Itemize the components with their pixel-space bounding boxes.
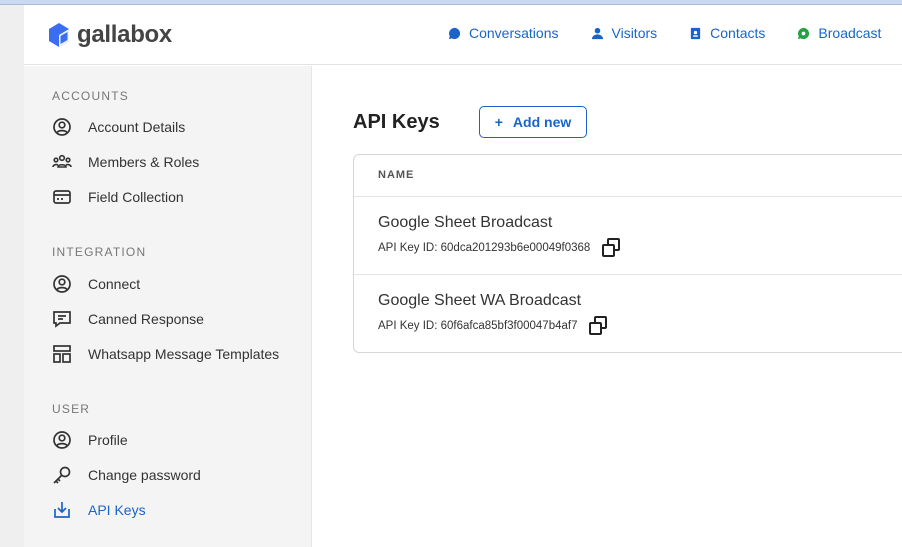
copy-icon[interactable] [600,237,622,259]
sidebar-item-connect[interactable]: Connect [52,274,140,294]
chat-icon [448,27,461,39]
cube-logo-icon [49,23,69,47]
api-keys-table: NAME Google Sheet Broadcast API Key ID: … [353,154,902,353]
add-new-button[interactable]: + Add new [479,106,587,138]
logo[interactable]: gallabox [47,21,172,49]
plus-icon: + [494,114,503,130]
header: gallabox Conversations Visitors Contacts… [24,5,902,65]
user-circle-icon [53,118,71,136]
settings-sidebar: ACCOUNTS Account Details Members & Roles… [24,66,312,547]
person-icon [591,27,603,39]
add-new-label: Add new [512,114,572,130]
nav-label: Contacts [710,25,766,41]
copy-icon[interactable] [587,315,609,337]
api-key-name: Google Sheet WA Broadcast [378,292,582,309]
app: gallabox Conversations Visitors Contacts… [24,5,902,547]
api-download-icon [54,502,70,518]
sidebar-item-label: Connect [88,276,141,292]
section-user: USER [52,402,91,416]
nav-visitors[interactable]: Visitors [591,25,658,41]
sidebar-item-change-password[interactable]: Change password [52,465,201,485]
page-title: API Keys [353,111,440,133]
sidebar-item-account-details[interactable]: Account Details [52,117,185,137]
sidebar-item-label: Canned Response [88,311,204,327]
main-content: API Keys + Add new NAME Google Sheet Broa… [312,66,902,547]
sidebar-item-members-roles[interactable]: Members & Roles [52,152,199,172]
nav-label: Broadcast [818,25,882,41]
message-icon [53,311,71,328]
card-icon [53,190,71,204]
sidebar-item-api-keys[interactable]: API Keys [52,500,146,520]
template-icon [53,345,71,363]
key-icon [53,466,71,484]
api-key-name: Google Sheet Broadcast [378,214,553,231]
sidebar-item-field-collection[interactable]: Field Collection [52,187,184,207]
sidebar-item-whatsapp-templates[interactable]: Whatsapp Message Templates [52,344,279,364]
sidebar-item-label: Members & Roles [88,154,200,170]
user-circle-icon [53,275,71,293]
sidebar-item-profile[interactable]: Profile [52,430,128,450]
sidebar-item-label: Account Details [88,119,186,135]
group-icon [52,154,72,168]
section-accounts: ACCOUNTS [52,89,129,103]
nav-broadcast[interactable]: Broadcast [797,25,881,41]
nav-conversations[interactable]: Conversations [448,25,559,41]
sidebar-item-label: Profile [88,432,128,448]
column-header-name: NAME [354,155,902,197]
sidebar-item-label: Field Collection [88,189,184,205]
sidebar-item-canned-response[interactable]: Canned Response [52,309,204,329]
user-circle-icon [53,431,71,449]
sidebar-item-label: Change password [88,467,201,483]
sidebar-item-label: Whatsapp Message Templates [88,346,280,362]
contact-book-icon [691,27,701,39]
section-integration: INTEGRATION [52,245,147,259]
nav-label: Visitors [611,25,658,41]
top-nav: Conversations Visitors Contacts Broadcas… [448,25,881,41]
nav-label: Conversations [469,25,559,41]
logo-text: gallabox [77,21,172,48]
api-key-id: API Key ID: 60dca201293b6e00049f0368 [378,242,591,254]
api-key-id: API Key ID: 60f6afca85bf3f00047b4af7 [378,320,578,332]
whatsapp-icon [798,27,810,39]
sidebar-item-label: API Keys [88,502,146,518]
nav-contacts[interactable]: Contacts [689,25,765,41]
table-row: Google Sheet WA Broadcast API Key ID: 60… [354,275,902,353]
table-row: Google Sheet Broadcast API Key ID: 60dca… [354,197,902,275]
